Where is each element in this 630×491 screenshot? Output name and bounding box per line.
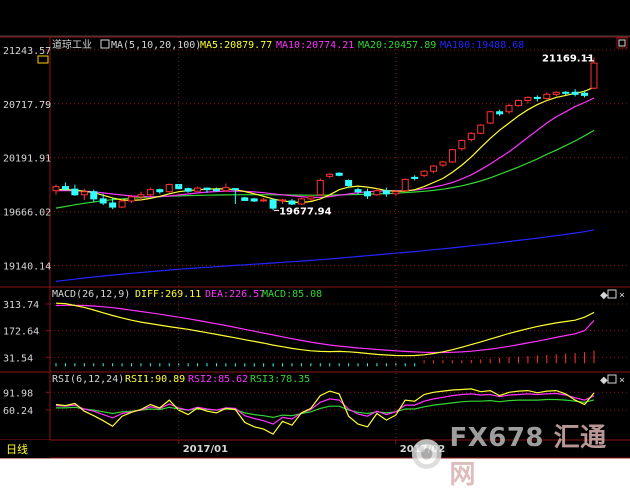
high-price-label: 21169.11	[542, 54, 595, 65]
candle-body	[80, 191, 88, 196]
candle-body	[250, 198, 258, 202]
watermark-text: FX678 汇通网	[449, 417, 620, 491]
candle-body	[146, 189, 154, 196]
macd-y-tick-label: 31.54	[3, 353, 33, 364]
rsi-params: RSI(6,12,24)	[52, 374, 124, 385]
candle-body	[543, 93, 551, 99]
rsi-close-icon[interactable]: ×	[619, 375, 625, 386]
macd-settings-icon[interactable]: ◆	[600, 290, 608, 301]
ma10-value: MA10:20774.21	[276, 40, 354, 51]
instrument-name: 道琼工业	[52, 38, 92, 51]
ma100-value: MA100:19488.68	[440, 40, 524, 51]
rsi-settings-icon[interactable]: ◆	[600, 375, 608, 386]
candle-body	[128, 196, 136, 202]
candle-body	[505, 105, 513, 113]
rsi1-value: RSI1:90.89	[125, 374, 185, 385]
macd-close-icon[interactable]: ×	[619, 290, 625, 301]
candle-body	[354, 189, 362, 193]
candle-body	[401, 178, 409, 192]
candle-body	[335, 172, 343, 176]
watermark-brand: FX678	[449, 423, 545, 453]
candle-body	[467, 132, 475, 140]
watermark: FX678 汇通网	[410, 423, 620, 490]
chart-background	[0, 0, 630, 458]
candle-body	[288, 200, 296, 205]
macd-dea: DEA:226.57	[205, 289, 265, 300]
macd-diff: DIFF:269.11	[135, 289, 201, 300]
macd-macd: MACD:85.08	[262, 289, 322, 300]
candle-body	[562, 91, 570, 94]
candle-body	[203, 187, 211, 191]
candle-body	[260, 199, 268, 202]
candle-body	[165, 184, 173, 193]
rsi2-value: RSI2:85.62	[188, 374, 248, 385]
period-tab[interactable]: 日线	[6, 442, 28, 456]
candle-body	[439, 161, 447, 166]
candle-body	[269, 199, 277, 209]
main-y-tick-label: 20191.91	[3, 154, 51, 165]
macd-params: MACD(26,12,9)	[52, 289, 130, 300]
main-y-tick-label: 20717.79	[3, 100, 51, 111]
ma20-value: MA20:20457.89	[358, 40, 436, 51]
x-tick-label: 2017/01	[183, 444, 228, 455]
watermark-logo-icon	[411, 439, 442, 469]
candle-body	[326, 173, 334, 177]
candle-body	[590, 62, 598, 89]
candle-body	[194, 187, 202, 192]
candle-body	[297, 198, 305, 205]
candle-body	[382, 190, 390, 195]
candle-body	[533, 96, 541, 99]
candle-body	[231, 188, 239, 191]
candle-body	[420, 170, 428, 176]
main-y-tick-label: 19666.02	[3, 208, 51, 219]
ma5-value: MA5:20879.77	[200, 40, 272, 51]
candle-body	[486, 111, 494, 124]
macd-y-tick-label: 313.74	[3, 300, 39, 311]
candle-body	[496, 111, 504, 115]
candle-body	[373, 190, 381, 196]
candle-body	[52, 186, 60, 192]
main-y-tick-label: 21243.57	[3, 46, 51, 57]
candle-body	[61, 186, 69, 190]
candle-body	[514, 99, 522, 107]
candle-body	[279, 199, 287, 202]
candle-body	[90, 191, 98, 200]
candle-body	[411, 176, 419, 179]
candle-body	[581, 92, 589, 96]
candle-body	[571, 91, 579, 95]
rsi3-value: RSI3:78.35	[250, 374, 310, 385]
candle-body	[430, 165, 438, 172]
candle-body	[156, 189, 164, 193]
main-panel-maximize-button[interactable]	[616, 37, 628, 49]
candle-body	[316, 179, 324, 196]
candle-body	[222, 187, 230, 192]
candle-body	[524, 96, 532, 101]
candle-body	[212, 189, 220, 192]
candle-body	[99, 198, 107, 204]
rsi-y-tick-label: 91.98	[3, 388, 33, 399]
low-price-label: 19677.94	[279, 206, 332, 217]
candle-body	[448, 149, 456, 163]
candle-body	[71, 188, 79, 196]
candle-body	[345, 179, 353, 187]
ma-params: MA(5,10,20,100)	[111, 40, 201, 51]
candle-body	[241, 197, 249, 201]
candle-body	[109, 202, 117, 208]
main-y-tick-label: 19140.14	[3, 262, 51, 273]
candle-body	[363, 191, 371, 197]
candle-body	[118, 200, 126, 208]
rsi-y-tick-label: 60.24	[3, 406, 33, 417]
candle-body	[552, 91, 560, 95]
stock-chart-terminal: 道琼工业 MA(5,10,20,100) MA5:20879.77 MA10:2…	[0, 0, 630, 490]
candle-body	[307, 196, 315, 200]
candle-body	[458, 139, 466, 150]
candle-body	[184, 188, 192, 192]
macd-y-tick-label: 172.64	[3, 327, 39, 338]
candle-body	[137, 194, 145, 198]
candle-body	[477, 124, 485, 134]
